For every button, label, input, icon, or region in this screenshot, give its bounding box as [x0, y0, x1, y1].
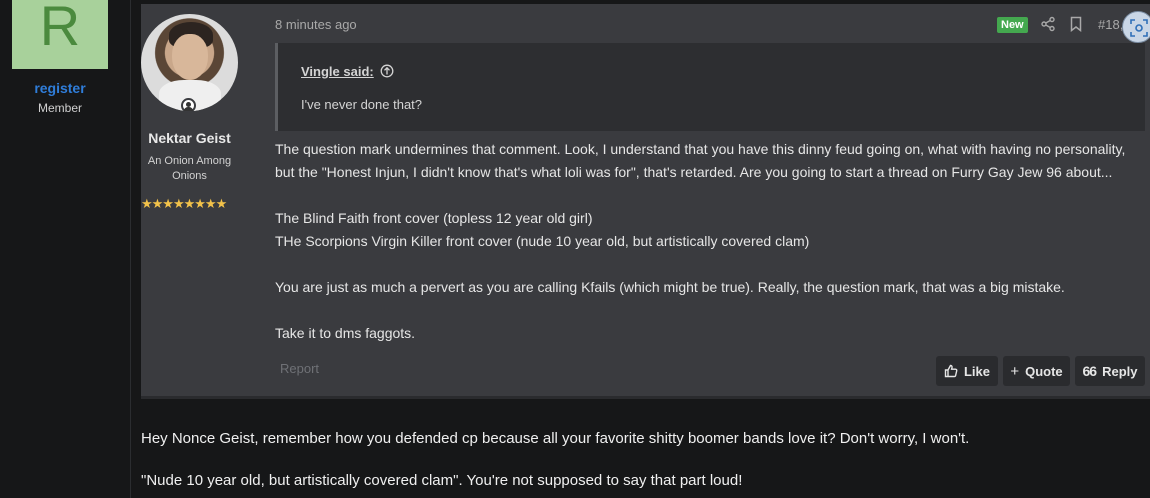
- reply-label: Reply: [1102, 363, 1138, 379]
- reply-button[interactable]: 66 Reply: [1075, 356, 1145, 386]
- share-icon[interactable]: [1040, 16, 1056, 32]
- reply-paragraph: Hey Nonce Geist, remember how you defend…: [141, 430, 970, 447]
- sidebar-divider: [130, 0, 131, 498]
- reply-quote-icon: 66: [1082, 363, 1098, 379]
- post-paragraph: Take it to dms faggots.: [275, 325, 416, 341]
- new-badge: New: [997, 17, 1028, 33]
- jump-to-quote-icon[interactable]: [380, 64, 394, 78]
- post-divider: [141, 396, 1150, 399]
- quote-block: Vingle said: I've never done that?: [275, 43, 1145, 131]
- like-button[interactable]: Like: [936, 356, 998, 386]
- like-label: Like: [963, 363, 990, 379]
- report-link[interactable]: Report: [280, 361, 319, 376]
- reply-paragraph: "Nude 10 year old, but artistically cove…: [141, 472, 743, 489]
- username-link[interactable]: register: [0, 80, 120, 96]
- user-avatar[interactable]: R: [12, 0, 108, 69]
- post-body: The question mark undermines that commen…: [275, 138, 1145, 345]
- plus-icon: +: [1010, 362, 1020, 380]
- post-number-link[interactable]: #18,: [1098, 17, 1123, 32]
- thumbs-up-icon: [944, 364, 958, 378]
- quoted-post: Nektar Geist An Onion Among Onions ★★★★★…: [141, 4, 1150, 398]
- post-paragraph: The Blind Faith front cover (topless 12 …: [275, 210, 593, 226]
- post-paragraph: The question mark undermines that commen…: [275, 141, 1126, 180]
- quote-label: Quote: [1025, 363, 1063, 379]
- user-sidebar: R register Member: [0, 0, 131, 498]
- post-paragraph: You are just as much a pervert as you ar…: [275, 279, 1065, 295]
- quote-button[interactable]: + Quote: [1003, 356, 1070, 386]
- post-timestamp[interactable]: 8 minutes ago: [275, 17, 357, 32]
- screenshot-icon[interactable]: [1122, 11, 1150, 43]
- post-author-name[interactable]: Nektar Geist: [141, 130, 238, 146]
- rating-stars: ★★★★★★★★: [141, 196, 227, 211]
- post-paragraph: THe Scorpions Virgin Killer front cover …: [275, 233, 810, 249]
- user-role: Member: [37, 101, 82, 115]
- reply-body: Hey Nonce Geist, remember how you defend…: [141, 428, 1141, 491]
- post-author-avatar[interactable]: [141, 14, 238, 111]
- quote-text: I've never done that?: [301, 97, 423, 112]
- post-author-title: An Onion Among Onions: [147, 155, 232, 182]
- quote-author-link[interactable]: Vingle said:: [301, 64, 374, 79]
- bookmark-icon[interactable]: [1069, 16, 1083, 33]
- online-status-icon: [181, 98, 196, 113]
